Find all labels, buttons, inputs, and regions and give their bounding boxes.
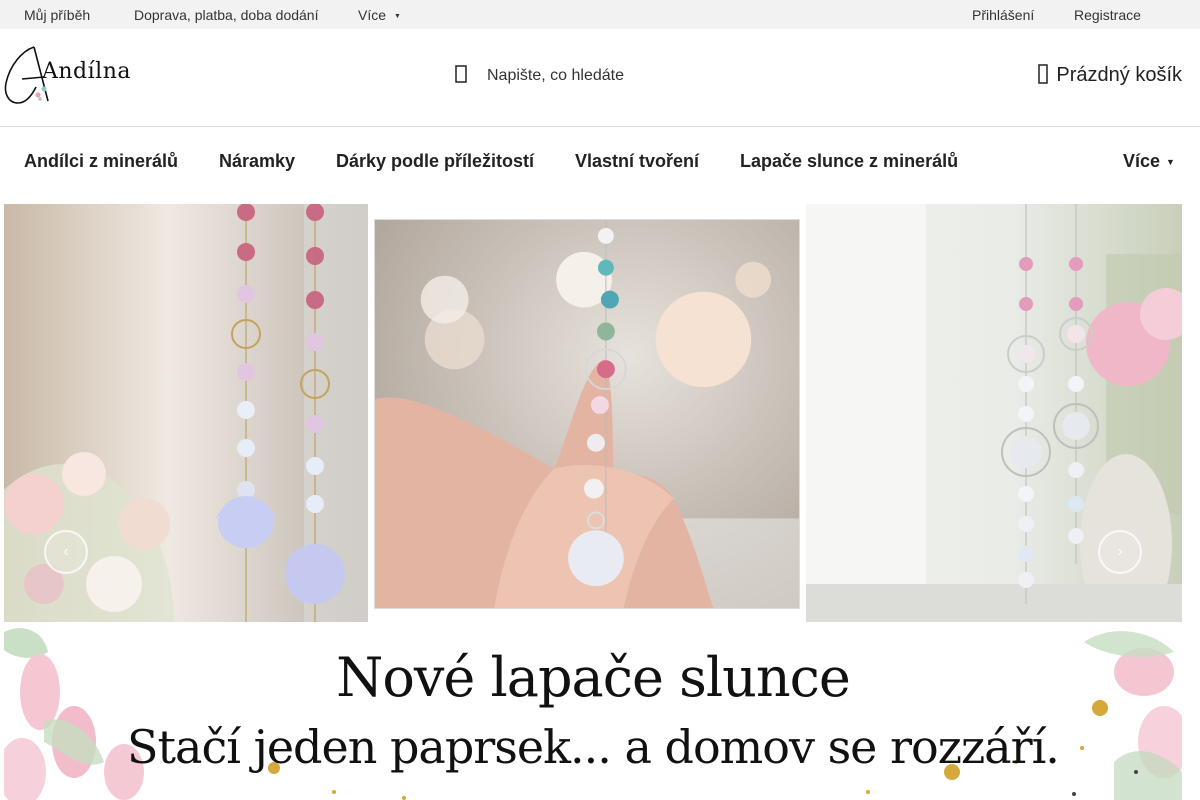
site-header: Andílna Napište, co hledáte Prázdný koší… [0, 29, 1200, 127]
nav-item-custom[interactable]: Vlastní tvoření [575, 151, 699, 172]
image-slider[interactable]: ‹ › [0, 204, 1200, 624]
search-field[interactable]: Napište, co hledáte [455, 65, 624, 85]
login-link[interactable]: Přihlášení [972, 7, 1034, 23]
cart-icon [1038, 64, 1049, 84]
banner-subtitle: Stačí jeden paprsek... a domov se rozzář… [127, 720, 1060, 774]
nav-item-suncatchers[interactable]: Lapače slunce z minerálů [740, 151, 958, 172]
nav-item-bracelets[interactable]: Náramky [219, 151, 295, 172]
logo[interactable]: Andílna [4, 43, 131, 107]
register-link[interactable]: Registrace [1074, 7, 1141, 23]
chevron-left-icon: ‹ [63, 543, 69, 560]
chevron-right-icon: › [1117, 543, 1123, 560]
chevron-down-icon: ▼ [1166, 157, 1175, 167]
search-placeholder: Napište, co hledáte [487, 67, 624, 84]
nav-item-more-label: Více [1123, 151, 1161, 171]
cart-button[interactable]: Prázdný košík [1038, 64, 1182, 87]
nav-item-angels[interactable]: Andílci z minerálů [24, 151, 178, 172]
nav-item-gifts[interactable]: Dárky podle příležitostí [336, 151, 534, 172]
slider-prev-button[interactable]: ‹ [44, 530, 88, 574]
slide-image-center[interactable] [374, 219, 800, 609]
top-link-more-label: Více [358, 7, 387, 23]
promo-banner[interactable]: Nové lapače slunce Stačí jeden paprsek..… [4, 622, 1182, 800]
top-bar: Můj příběh Doprava, platba, doba dodání … [0, 0, 1200, 29]
cart-label: Prázdný košík [1056, 64, 1182, 86]
banner-title: Nové lapače slunce [336, 646, 851, 709]
slider-next-button[interactable]: › [1098, 530, 1142, 574]
top-link-more[interactable]: Více ▼ [358, 7, 401, 23]
main-nav: Andílci z minerálů Náramky Dárky podle p… [0, 128, 1200, 194]
search-icon [455, 65, 467, 83]
top-link-shipping[interactable]: Doprava, platba, doba dodání [134, 7, 318, 23]
chevron-down-icon: ▼ [394, 12, 401, 20]
logo-text: Andílna [42, 59, 131, 84]
nav-item-more[interactable]: Více ▼ [1123, 151, 1175, 172]
top-link-my-story[interactable]: Můj příběh [24, 7, 90, 23]
